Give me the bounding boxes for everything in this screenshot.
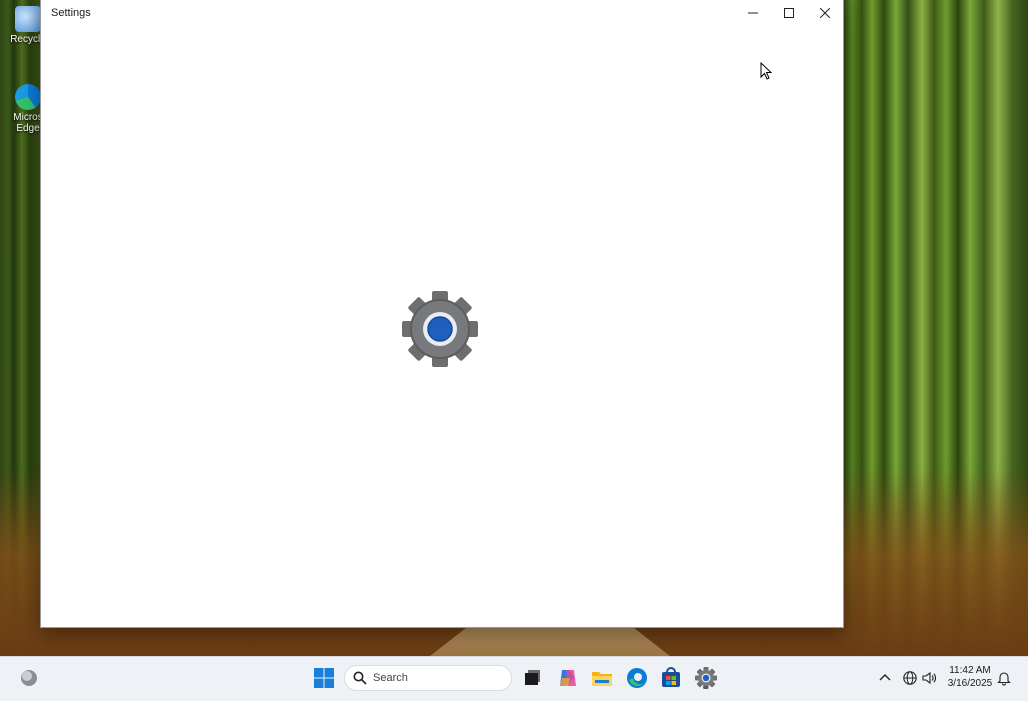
search-icon (353, 671, 367, 685)
system-clock[interactable]: 11:42 AM 3/16/2025 (940, 664, 1000, 690)
clock-date: 3/16/2025 (947, 678, 993, 689)
search-placeholder: Search (373, 672, 408, 684)
edge-icon[interactable] (625, 666, 649, 690)
settings-gear-icon (402, 291, 478, 367)
copilot-icon[interactable] (556, 666, 580, 690)
maximize-button[interactable] (771, 0, 807, 26)
widgets-icon[interactable] (18, 667, 40, 689)
taskbar: Search 11:42 AM 3/16/2025 (0, 656, 1028, 701)
minimize-button[interactable] (735, 0, 771, 26)
title-bar[interactable]: Settings (41, 0, 843, 28)
recycle-bin-icon (15, 6, 41, 32)
window-title: Settings (51, 7, 91, 19)
active-app-indicator (703, 686, 708, 689)
file-explorer-icon[interactable] (590, 666, 614, 690)
edge-shortcut-icon (15, 84, 41, 110)
volume-icon[interactable] (921, 670, 937, 686)
maximize-icon (784, 8, 794, 18)
start-icon[interactable] (312, 666, 336, 690)
minimize-icon (748, 12, 758, 14)
globe-icon[interactable] (902, 670, 918, 686)
notification-bell-icon[interactable] (996, 670, 1012, 686)
chevron-up-icon[interactable] (877, 670, 893, 686)
desktop-icon-label: Micros Edge (13, 112, 43, 134)
close-icon (820, 8, 830, 18)
store-icon[interactable] (659, 666, 683, 690)
clock-time: 11:42 AM (949, 665, 991, 676)
taskbar-search-box[interactable]: Search (344, 665, 512, 691)
mouse-cursor-icon (760, 62, 772, 80)
task-view-icon[interactable] (520, 666, 544, 690)
close-button[interactable] (807, 0, 843, 26)
settings-window: Settings (41, 0, 843, 627)
